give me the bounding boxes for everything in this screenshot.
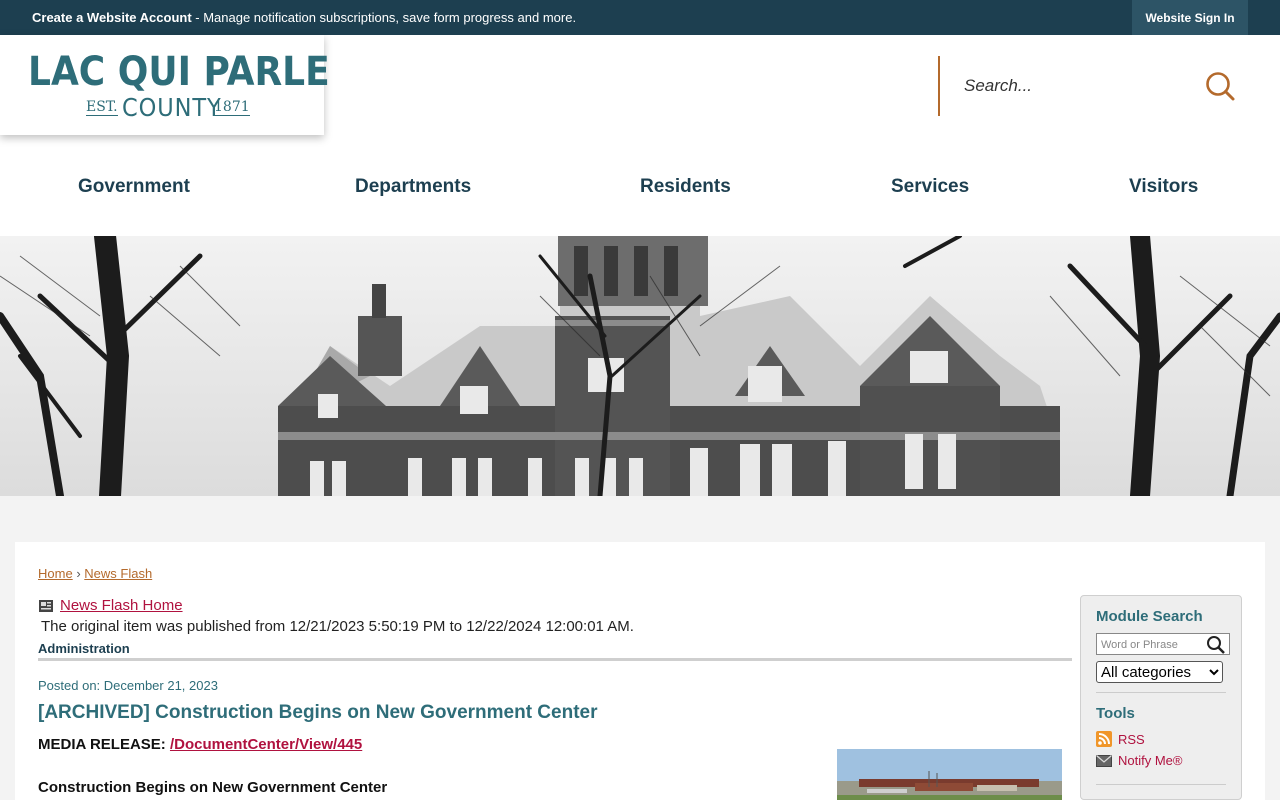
- government-center-rendering-image[interactable]: [837, 749, 1062, 800]
- logo-title: LAC QUI PARLE: [28, 49, 330, 95]
- rss-link[interactable]: RSS: [1096, 731, 1145, 747]
- nav-services[interactable]: Services: [891, 176, 969, 198]
- search-input[interactable]: [964, 74, 1184, 98]
- search-icon[interactable]: [1206, 635, 1226, 655]
- search-icon[interactable]: [1204, 70, 1236, 102]
- breadcrumb: Home › News Flash: [38, 566, 152, 581]
- create-account-link[interactable]: Create a Website Account: [32, 10, 192, 25]
- sidebar-divider: [1096, 784, 1226, 785]
- newspaper-icon: [39, 599, 53, 612]
- tools-heading: Tools: [1096, 705, 1135, 722]
- nav-residents[interactable]: Residents: [640, 176, 731, 198]
- create-account-description: - Manage notification subscriptions, sav…: [191, 10, 577, 25]
- rss-icon: [1096, 731, 1112, 747]
- media-release-link[interactable]: /DocumentCenter/View/445: [170, 736, 362, 753]
- breadcrumb-separator: ›: [76, 566, 81, 581]
- logo-county: COUNTY: [122, 93, 222, 122]
- media-release: MEDIA RELEASE: /DocumentCenter/View/445: [38, 736, 362, 753]
- breadcrumb-news-flash-link[interactable]: News Flash: [84, 566, 152, 581]
- rss-label: RSS: [1118, 731, 1145, 747]
- site-search: [938, 56, 1248, 116]
- envelope-icon: [1096, 754, 1112, 767]
- original-publish-note: The original item was published from 12/…: [41, 618, 634, 635]
- category-select[interactable]: All categories: [1096, 661, 1223, 683]
- word-phrase-input[interactable]: [1101, 637, 1205, 653]
- posted-date: Posted on: December 21, 2023: [38, 678, 218, 693]
- news-flash-home: News Flash Home: [38, 597, 183, 614]
- divider: [38, 658, 1072, 661]
- create-account-message[interactable]: Create a Website Account - Manage notifi…: [32, 10, 576, 25]
- logo-year: 1871: [214, 99, 250, 116]
- breadcrumb-home-link[interactable]: Home: [38, 566, 73, 581]
- module-search-heading: Module Search: [1096, 608, 1203, 625]
- word-phrase-field: [1096, 633, 1230, 655]
- county-logo[interactable]: LAC QUI PARLE EST. COUNTY 1871: [0, 35, 330, 135]
- notify-me-label: Notify Me®: [1118, 753, 1183, 768]
- nav-departments[interactable]: Departments: [355, 176, 471, 198]
- nav-visitors[interactable]: Visitors: [1129, 176, 1198, 198]
- notify-me-link[interactable]: Notify Me®: [1096, 753, 1182, 768]
- sidebar-divider: [1096, 692, 1226, 693]
- media-release-label: MEDIA RELEASE:: [38, 736, 170, 753]
- module-sidebar: Module Search All categories Tools RSS N…: [1080, 595, 1242, 800]
- news-flash-home-link[interactable]: News Flash Home: [60, 597, 183, 614]
- top-bar: Create a Website Account - Manage notifi…: [0, 0, 1280, 35]
- website-sign-in-button[interactable]: Website Sign In: [1132, 0, 1248, 35]
- article-title: [ARCHIVED] Construction Begins on New Go…: [38, 702, 598, 723]
- hero-banner-image: [0, 236, 1280, 496]
- article-subheading: Construction Begins on New Government Ce…: [38, 779, 388, 796]
- nav-government[interactable]: Government: [78, 176, 190, 198]
- content-card: [15, 542, 1265, 800]
- category-label: Administration: [38, 641, 130, 656]
- logo-est: EST.: [86, 99, 118, 116]
